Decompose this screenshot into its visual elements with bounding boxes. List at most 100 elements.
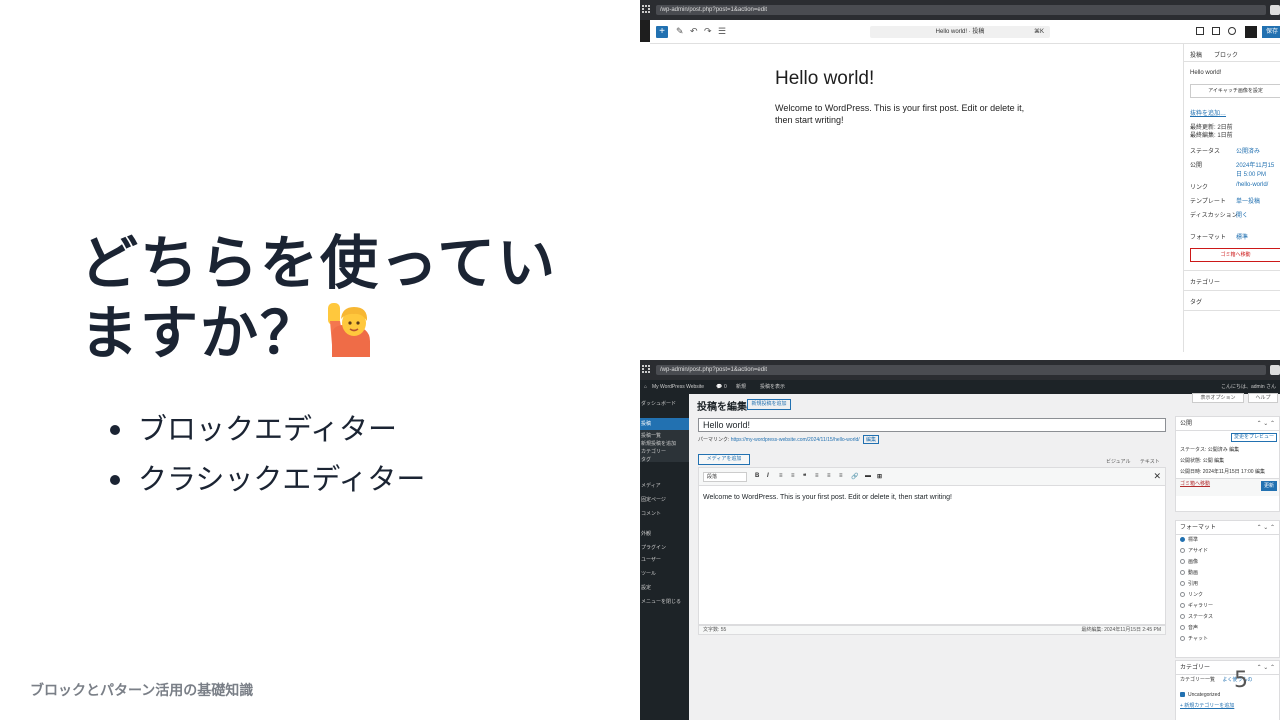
align-left-button[interactable]: ≡ bbox=[815, 473, 819, 479]
chevron-up-icon[interactable]: ⌃ ⌄ ⌃ bbox=[1257, 661, 1275, 675]
bullet-list-button[interactable]: ≡ bbox=[779, 473, 783, 479]
preview-changes-button[interactable]: 変更をプレビュー bbox=[1231, 433, 1277, 442]
format-option-video[interactable]: 動画 bbox=[1176, 568, 1279, 579]
submenu-add-new[interactable]: 新規投稿を追加 bbox=[641, 440, 676, 447]
align-center-button[interactable]: ≡ bbox=[827, 473, 831, 479]
post-title[interactable]: Hello world! bbox=[775, 68, 1025, 90]
post-paragraph[interactable]: Welcome to WordPress. This is your first… bbox=[775, 102, 1025, 126]
format-option-image[interactable]: 画像 bbox=[1176, 557, 1279, 568]
radio-icon[interactable] bbox=[1180, 570, 1185, 575]
permalink-url[interactable]: https://my-wordpress-website.com/2024/11… bbox=[731, 437, 860, 443]
tab-text[interactable]: テキスト bbox=[1140, 459, 1160, 465]
featured-image-button[interactable]: アイキャッチ画像を設定 bbox=[1190, 84, 1280, 98]
panel-tag[interactable]: タグ bbox=[1190, 297, 1278, 307]
link-button[interactable]: 🔗 bbox=[851, 473, 858, 480]
account-greeting[interactable]: こんにちは、admin さん bbox=[1221, 380, 1276, 394]
move-to-trash-link[interactable]: ゴミ箱へ移動 bbox=[1180, 481, 1210, 487]
chevron-up-icon[interactable]: ⌃ ⌄ ⌃ bbox=[1257, 521, 1275, 535]
tab-all-categories[interactable]: カテゴリー一覧 bbox=[1180, 677, 1215, 683]
panel-category[interactable]: カテゴリー bbox=[1190, 277, 1278, 287]
format-select[interactable]: 段落 bbox=[703, 472, 747, 482]
add-media-button[interactable]: メディアを追加 bbox=[698, 454, 750, 465]
menu-item-posts[interactable]: 投稿 bbox=[640, 418, 689, 430]
category-item[interactable]: Uncategorized bbox=[1176, 690, 1279, 701]
screen-options-button[interactable]: 表示オプション bbox=[1192, 393, 1244, 403]
italic-button[interactable]: I bbox=[767, 473, 769, 479]
radio-icon[interactable] bbox=[1180, 636, 1185, 641]
publish-metabox-title[interactable]: 公開 ⌃ ⌄ ⌃ bbox=[1176, 417, 1279, 431]
format-option-gallery[interactable]: ギャラリー bbox=[1176, 601, 1279, 612]
menu-item-settings[interactable]: 設定 bbox=[641, 584, 651, 591]
radio-icon[interactable] bbox=[1180, 603, 1185, 608]
view-post-link[interactable]: 投稿を表示 bbox=[760, 380, 785, 394]
redo-icon[interactable]: ↷ bbox=[704, 26, 712, 37]
radio-icon[interactable] bbox=[1180, 581, 1185, 586]
tab-visual[interactable]: ビジュアル bbox=[1106, 459, 1131, 465]
format-option-link[interactable]: リンク bbox=[1176, 590, 1279, 601]
read-more-button[interactable]: ▬ bbox=[865, 473, 871, 479]
tab-post[interactable]: 投稿 bbox=[1190, 50, 1202, 59]
help-button[interactable]: ヘルプ bbox=[1248, 393, 1278, 403]
format-option-chat[interactable]: チャット bbox=[1176, 634, 1279, 645]
menu-collapse[interactable]: メニューを閉じる bbox=[641, 598, 681, 605]
site-name-link[interactable]: My WordPress Website bbox=[652, 380, 704, 394]
menu-item-users[interactable]: ユーザー bbox=[641, 556, 661, 563]
chevron-up-icon[interactable]: ⌃ ⌄ ⌃ bbox=[1257, 417, 1275, 431]
view-icon[interactable] bbox=[1196, 27, 1204, 35]
menu-item-media[interactable]: メディア bbox=[641, 482, 661, 489]
format-option-quote[interactable]: 引用 bbox=[1176, 579, 1279, 590]
wordpress-logo-icon[interactable]: ⌂ bbox=[644, 380, 647, 394]
format-option-aside[interactable]: アサイド bbox=[1176, 546, 1279, 557]
format-metabox-title[interactable]: フォーマット ⌃ ⌄ ⌃ bbox=[1176, 521, 1279, 535]
radio-icon[interactable] bbox=[1180, 625, 1185, 630]
category-metabox-title[interactable]: カテゴリー ⌃ ⌄ ⌃ bbox=[1176, 661, 1279, 675]
menu-item-dashboard[interactable]: ダッシュボード bbox=[641, 400, 676, 407]
document-overview-icon[interactable]: ☰ bbox=[718, 26, 726, 37]
bold-button[interactable]: B bbox=[755, 473, 759, 479]
radio-icon[interactable] bbox=[1180, 592, 1185, 597]
toolbar-toggle-button[interactable]: ⊞ bbox=[877, 473, 882, 480]
radio-icon[interactable] bbox=[1180, 614, 1185, 619]
radio-icon[interactable] bbox=[1180, 559, 1185, 564]
submenu-tags[interactable]: タグ bbox=[641, 456, 651, 463]
numbered-list-button[interactable]: ≡ bbox=[791, 473, 795, 479]
move-to-trash-button[interactable]: ゴミ箱へ移動 bbox=[1190, 248, 1280, 262]
styles-icon[interactable] bbox=[1228, 27, 1236, 35]
format-option-status[interactable]: ステータス bbox=[1176, 612, 1279, 623]
submenu-categories[interactable]: カテゴリー bbox=[641, 448, 666, 455]
save-button[interactable]: 保存 bbox=[1262, 26, 1280, 38]
pencil-tool-icon[interactable]: ✎ bbox=[676, 26, 684, 37]
document-title-bar[interactable]: Hello world! · 投稿 ⌘K bbox=[870, 26, 1050, 38]
add-new-post-button[interactable]: 新規投稿を追加 bbox=[747, 399, 791, 410]
menu-item-tools[interactable]: ツール bbox=[641, 570, 656, 577]
format-option-audio[interactable]: 音声 bbox=[1176, 623, 1279, 634]
new-content-link[interactable]: 新規 bbox=[736, 380, 746, 394]
radio-icon[interactable] bbox=[1180, 548, 1185, 553]
settings-panel-icon[interactable] bbox=[1245, 26, 1257, 38]
tab-block[interactable]: ブロック bbox=[1214, 50, 1238, 59]
block-inserter-plus-icon[interactable]: + bbox=[656, 26, 668, 38]
fullscreen-close-icon[interactable]: ✕ bbox=[1153, 471, 1161, 482]
menu-item-appearance[interactable]: 外観 bbox=[641, 530, 651, 537]
menu-item-plugins[interactable]: プラグイン bbox=[641, 544, 666, 551]
submenu-all-posts[interactable]: 投稿一覧 bbox=[641, 432, 661, 439]
radio-selected-icon[interactable] bbox=[1180, 537, 1185, 542]
checkbox-checked-icon[interactable] bbox=[1180, 692, 1185, 697]
comment-bubble-icon[interactable]: 💬 bbox=[716, 380, 722, 394]
undo-icon[interactable]: ↶ bbox=[690, 26, 698, 37]
format-option-standard[interactable]: 標準 bbox=[1176, 535, 1279, 546]
view-post-icon[interactable] bbox=[1212, 27, 1220, 35]
align-right-button[interactable]: ≡ bbox=[839, 473, 843, 479]
browser-settings-icon[interactable] bbox=[1270, 5, 1280, 15]
url-field[interactable]: /wp-admin/post.php?post=1&action=edit bbox=[656, 365, 1266, 375]
editor-body[interactable]: Welcome to WordPress. This is your first… bbox=[699, 486, 1165, 509]
url-field[interactable]: /wp-admin/post.php?post=1&action=edit bbox=[656, 5, 1266, 15]
permalink-edit-button[interactable]: 編集 bbox=[863, 435, 880, 444]
wordpress-logo-icon[interactable] bbox=[640, 20, 650, 42]
browser-settings-icon[interactable] bbox=[1270, 365, 1280, 375]
post-title-input[interactable]: Hello world! bbox=[698, 418, 1166, 432]
blockquote-button[interactable]: ❝ bbox=[803, 473, 806, 480]
menu-item-comments[interactable]: コメント bbox=[641, 510, 661, 517]
menu-item-pages[interactable]: 固定ページ bbox=[641, 496, 666, 503]
update-button[interactable]: 更新 bbox=[1261, 481, 1277, 491]
